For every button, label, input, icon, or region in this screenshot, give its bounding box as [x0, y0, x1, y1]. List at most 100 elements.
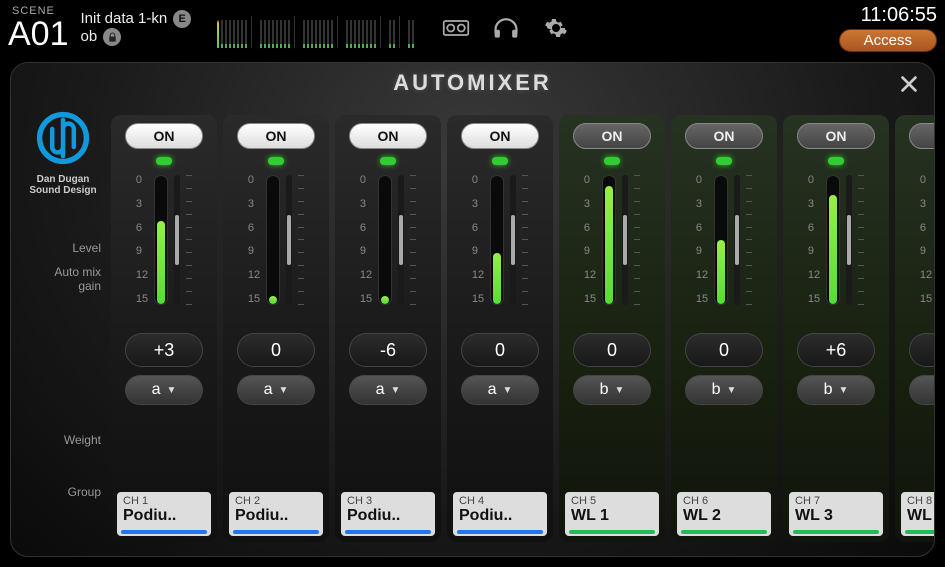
- group-select[interactable]: a▼: [461, 375, 539, 405]
- channel-label[interactable]: CH 5WL 1: [565, 492, 659, 536]
- channel-strip-2: ON 03691215 0 a▼ CH 2Podiu..: [223, 115, 329, 542]
- level-indicator: [828, 157, 844, 165]
- top-bar: SCENE A01 Init data 1-kn E ob: [0, 0, 945, 56]
- scene-name[interactable]: Init data 1-kn E ob: [81, 10, 192, 46]
- group-select[interactable]: a▼: [125, 375, 203, 405]
- on-button[interactable]: ON: [573, 123, 651, 149]
- weight-value[interactable]: +6: [797, 333, 875, 367]
- panel-title: AUTOMIXER: [393, 70, 552, 96]
- channel-color-bar: [681, 530, 767, 534]
- channel-color-bar: [905, 530, 935, 534]
- group-select[interactable]: b▼: [685, 375, 763, 405]
- channel-name: WL 1: [571, 507, 653, 525]
- channel-label[interactable]: CH 8WL 4: [901, 492, 935, 536]
- panel-title-row: AUTOMIXER: [11, 63, 934, 103]
- label-group: Group: [19, 485, 107, 499]
- chevron-down-icon: ▼: [167, 385, 177, 396]
- channel-area: ON 03691215 +3 a▼ CH 1Podiu.. ON 03691215 0 a▼ CH…: [111, 115, 924, 542]
- automix-gain-meter: 03691215: [901, 175, 935, 325]
- channel-name: WL 3: [795, 507, 877, 525]
- headphones-icon[interactable]: [490, 14, 522, 42]
- channel-strip-8: ON 03691215 0 b▼ CH 8WL 4: [895, 115, 935, 542]
- channel-name: Podiu..: [235, 507, 317, 525]
- weight-value[interactable]: 0: [237, 333, 315, 367]
- channel-name: WL 2: [683, 507, 765, 525]
- chevron-down-icon: ▼: [727, 385, 737, 396]
- level-indicator: [716, 157, 732, 165]
- meter-bank[interactable]: [213, 8, 418, 48]
- on-button[interactable]: ON: [237, 123, 315, 149]
- level-indicator: [268, 157, 284, 165]
- group-select[interactable]: b▼: [909, 375, 935, 405]
- level-indicator: [492, 157, 508, 165]
- channel-number: CH 6: [683, 495, 765, 507]
- weight-value[interactable]: +3: [125, 333, 203, 367]
- on-button[interactable]: ON: [909, 123, 935, 149]
- automix-gain-meter: 03691215: [565, 175, 659, 325]
- chevron-down-icon: ▼: [279, 385, 289, 396]
- automixer-panel: AUTOMIXER Dan Dugan Sound Design Level A…: [10, 62, 935, 557]
- channel-strip-7: ON03691215+6b▼CH 7WL 3: [783, 115, 889, 542]
- channel-label[interactable]: CH 4Podiu..: [453, 492, 547, 536]
- channel-name: Podiu..: [123, 507, 205, 525]
- group-select[interactable]: b▼: [573, 375, 651, 405]
- group-select[interactable]: b▼: [797, 375, 875, 405]
- on-button[interactable]: ON: [349, 123, 427, 149]
- e-icon: E: [173, 10, 191, 28]
- on-button[interactable]: ON: [685, 123, 763, 149]
- weight-value[interactable]: 0: [685, 333, 763, 367]
- automix-gain-meter: 03691215: [677, 175, 771, 325]
- channel-color-bar: [569, 530, 655, 534]
- access-button[interactable]: Access: [839, 29, 937, 52]
- level-indicator: [604, 157, 620, 165]
- lock-icon: [103, 28, 121, 46]
- on-button[interactable]: ON: [125, 123, 203, 149]
- weight-value[interactable]: 0: [573, 333, 651, 367]
- channel-number: CH 4: [459, 495, 541, 507]
- channel-label[interactable]: CH 1Podiu..: [117, 492, 211, 536]
- on-button[interactable]: ON: [461, 123, 539, 149]
- chevron-down-icon: ▼: [615, 385, 625, 396]
- recorder-icon[interactable]: [440, 14, 472, 42]
- scene-name-line2: ob: [81, 29, 98, 46]
- channel-name: Podiu..: [347, 507, 429, 525]
- on-button[interactable]: ON: [797, 123, 875, 149]
- channel-label[interactable]: CH 7WL 3: [789, 492, 883, 536]
- channel-number: CH 2: [235, 495, 317, 507]
- channel-label[interactable]: CH 3Podiu..: [341, 492, 435, 536]
- scene-block[interactable]: SCENE A01: [8, 6, 69, 51]
- level-indicator: [380, 157, 396, 165]
- gear-icon[interactable]: [540, 14, 572, 42]
- brand-line1: Dan Dugan: [37, 174, 90, 185]
- automix-gain-meter: 03691215: [229, 175, 323, 325]
- brand-logo: Dan Dugan Sound Design: [29, 111, 96, 196]
- automix-gain-meter: 03691215: [453, 175, 547, 325]
- weight-value[interactable]: -6: [349, 333, 427, 367]
- group-select[interactable]: a▼: [349, 375, 427, 405]
- clock: 11:06:55: [861, 4, 937, 27]
- group-select[interactable]: a▼: [237, 375, 315, 405]
- automix-gain-meter: 03691215: [117, 175, 211, 325]
- channel-strip-3: ON 03691215 -6 a▼ CH 3Podiu..: [335, 115, 441, 542]
- automix-gain-meter: 03691215: [341, 175, 435, 325]
- chevron-down-icon: ▼: [503, 385, 513, 396]
- weight-value[interactable]: 0: [909, 333, 935, 367]
- chevron-down-icon: ▼: [839, 385, 849, 396]
- weight-value[interactable]: 0: [461, 333, 539, 367]
- scene-name-line1: Init data 1-kn: [81, 11, 168, 28]
- channel-label[interactable]: CH 6WL 2: [677, 492, 771, 536]
- channel-strip-1: ON 03691215 +3 a▼ CH 1Podiu..: [111, 115, 217, 542]
- channel-name: Podiu..: [459, 507, 541, 525]
- channel-label[interactable]: CH 2Podiu..: [229, 492, 323, 536]
- top-icons: [440, 14, 572, 42]
- channel-color-bar: [233, 530, 319, 534]
- label-automix: Auto mix gain: [19, 265, 107, 294]
- label-level: Level: [19, 241, 107, 255]
- channel-color-bar: [121, 530, 207, 534]
- close-button[interactable]: [894, 69, 924, 99]
- channel-number: CH 8: [907, 495, 935, 507]
- channel-number: CH 3: [347, 495, 429, 507]
- label-weight: Weight: [19, 433, 107, 447]
- channel-strip-6: ON 03691215 0 b▼ CH 6WL 2: [671, 115, 777, 542]
- channel-number: CH 7: [795, 495, 877, 507]
